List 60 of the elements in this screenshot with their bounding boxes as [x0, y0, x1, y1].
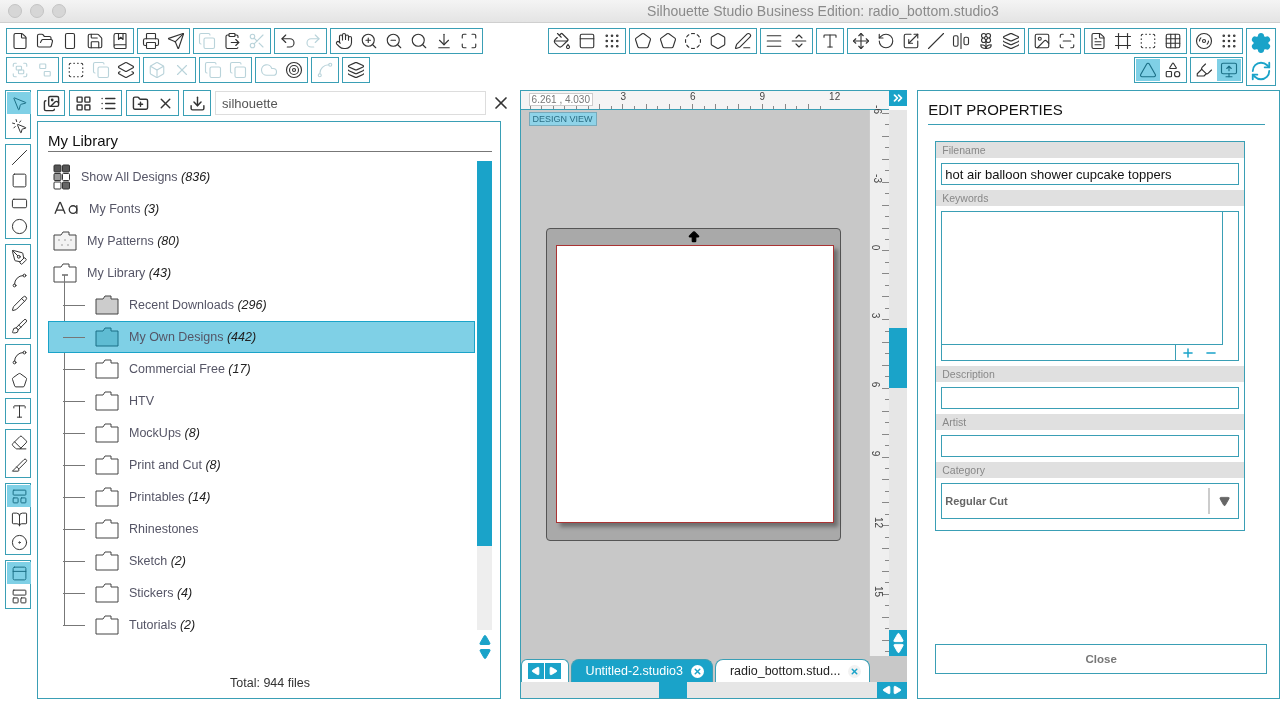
item-label: My Patterns (80): [87, 234, 180, 248]
library-item[interactable]: Commercial Free (17): [48, 353, 475, 385]
panel-title: My Library: [48, 132, 492, 152]
item-label: Recent Downloads (296): [129, 298, 267, 312]
search-field[interactable]: silhouette: [215, 91, 486, 115]
item-label: Print and Cut (8): [129, 458, 221, 472]
field-label: Keywords: [936, 190, 1244, 206]
document-tab[interactable]: radio_bottom.stud...: [714, 659, 871, 682]
library-item[interactable]: Recent Downloads (296): [48, 289, 475, 321]
field-label: Filename: [936, 142, 1244, 158]
item-label: My Own Designs (442): [129, 330, 257, 344]
field-label: Category: [936, 462, 1244, 478]
item-label: HTV: [129, 394, 154, 408]
library-item[interactable]: Print and Cut (8): [48, 449, 475, 481]
ruler-label: -3: [872, 173, 884, 183]
item-label: Stickers (4): [129, 586, 193, 600]
category-dropdown[interactable]: Regular Cut: [941, 483, 1239, 519]
library-item[interactable]: Sketch (2): [48, 545, 475, 577]
ruler-label: 3: [870, 313, 882, 319]
library-item[interactable]: Tutorials (2): [48, 609, 475, 641]
library-item[interactable]: Printables (14): [48, 481, 475, 513]
ruler-label: 6: [690, 91, 696, 102]
ruler-label: 12: [829, 91, 841, 102]
library-item[interactable]: My Patterns (80): [48, 225, 475, 257]
library-item[interactable]: Stickers (4): [48, 577, 475, 609]
item-label: Sketch (2): [129, 554, 186, 568]
ruler-label: 9: [870, 450, 882, 457]
coordinates-label: 6.261 , 4.030: [528, 93, 593, 106]
field-label: Artist: [936, 414, 1244, 430]
library-item[interactable]: MockUps (8): [48, 417, 475, 449]
library-item[interactable]: Show All Designs (836): [48, 161, 475, 193]
item-label: Show All Designs (836): [81, 170, 211, 184]
item-label: MockUps (8): [129, 426, 200, 440]
panel-title: EDIT PROPERTIES: [928, 101, 1265, 125]
window-title: Silhouette Studio Business Edition: radio_bottom.studio3: [646, 3, 1000, 19]
ruler-label: -6: [872, 105, 884, 114]
text-field[interactable]: hot air balloon shower cupcake toppers: [941, 163, 1239, 185]
total-label: Total: 944 files: [229, 675, 311, 690]
library-item[interactable]: HTV: [48, 385, 475, 417]
library-item[interactable]: My Fonts (3): [48, 193, 475, 225]
ruler-label: 9: [759, 91, 766, 102]
library-item[interactable]: Rhinestones: [48, 513, 475, 545]
ruler-label: 3: [620, 91, 627, 102]
ruler-label: 12: [873, 516, 885, 528]
tab-label: radio_bottom.stud...: [729, 664, 841, 678]
item-label: Printables (14): [129, 490, 211, 504]
ruler-label: 15: [873, 585, 885, 597]
view-label: DESIGN VIEW: [528, 112, 597, 126]
close-button[interactable]: Close: [935, 644, 1267, 674]
ruler-label: 6: [870, 381, 882, 388]
ruler-label: 0: [870, 244, 882, 250]
library-item[interactable]: My Own Designs (442): [48, 321, 475, 353]
item-label: My Fonts (3): [89, 202, 160, 216]
field-label: Description: [936, 366, 1244, 382]
item-label: Tutorials (2): [129, 618, 196, 632]
item-label: Commercial Free (17): [129, 362, 251, 376]
tab-label: Untitled-2.studio3: [585, 664, 683, 678]
item-label: My Library (43): [87, 266, 172, 280]
library-item[interactable]: My Library (43): [48, 257, 475, 289]
item-label: Rhinestones: [129, 522, 199, 536]
